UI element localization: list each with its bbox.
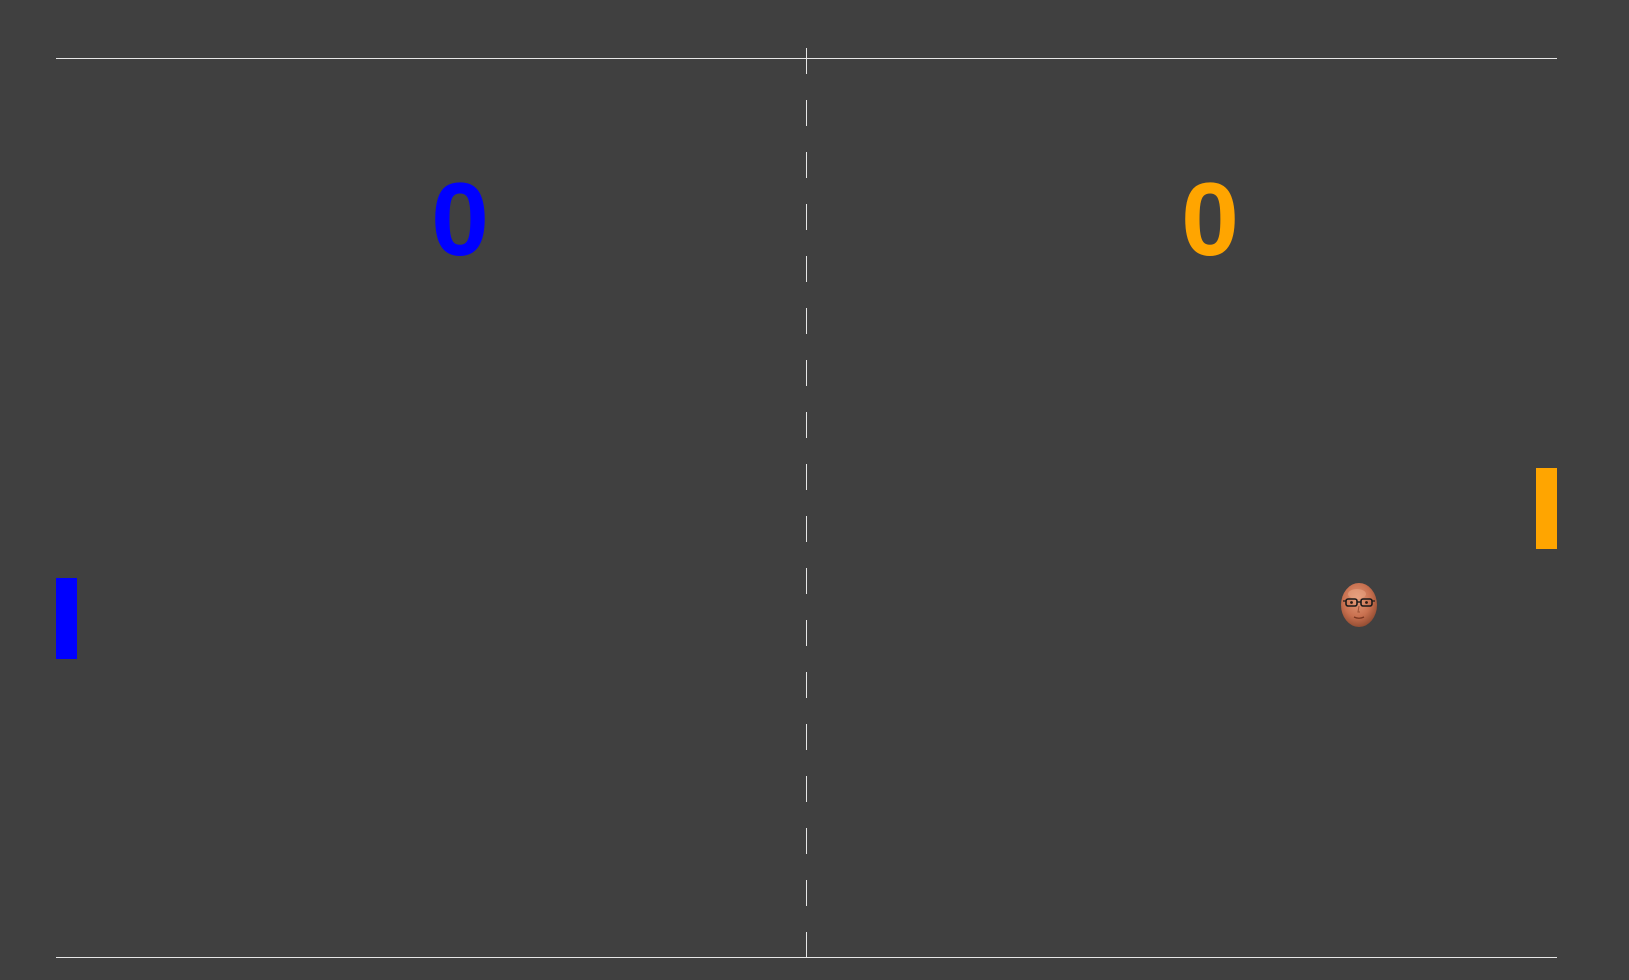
left-player-score: 0: [431, 162, 489, 278]
pong-court: 0 0: [0, 0, 1629, 980]
face-ball-icon: [1341, 583, 1377, 627]
right-paddle[interactable]: [1536, 468, 1557, 549]
left-paddle[interactable]: [56, 578, 77, 659]
center-net-dashed-line: [806, 48, 807, 958]
right-player-score: 0: [1181, 162, 1239, 278]
